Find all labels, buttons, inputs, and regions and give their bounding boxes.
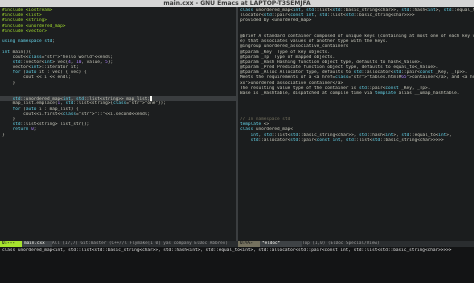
doc-line[interactable]: Base is _Hashtable, dispatched at compil… — [238, 91, 474, 96]
minibuffer-text: class unordered_map<int, std::list<std::… — [2, 248, 452, 253]
doc-line[interactable]: Meets the requirements of a <a href=clas… — [238, 75, 474, 80]
eldoc-buffer[interactable]: class unordered_map<int, std::list<std::… — [238, 8, 474, 143]
code-editor-pane[interactable]: #include <iostream> #include <list> #inclu… — [0, 7, 236, 241]
doc-line[interactable]: std::allocator<std::pair<const int, std:… — [238, 138, 474, 143]
doc-line[interactable]: int, std::list<std::basic_string<char>>,… — [238, 133, 474, 138]
code-buffer[interactable]: #include <iostream> #include <list> #inclu… — [0, 8, 236, 138]
minibuffer[interactable]: class unordered_map<int, std::list<std::… — [0, 247, 474, 283]
window-title: main.cxx - GNU Emacs at LAPTOP-T3SEMJFA — [0, 0, 474, 7]
eldoc-pane[interactable]: class unordered_map<int, std::list<std::… — [238, 7, 474, 241]
code-line[interactable]: } — [0, 133, 236, 138]
emacs-window: main.cxx - GNU Emacs at LAPTOP-T3SEMJFA … — [0, 0, 474, 283]
